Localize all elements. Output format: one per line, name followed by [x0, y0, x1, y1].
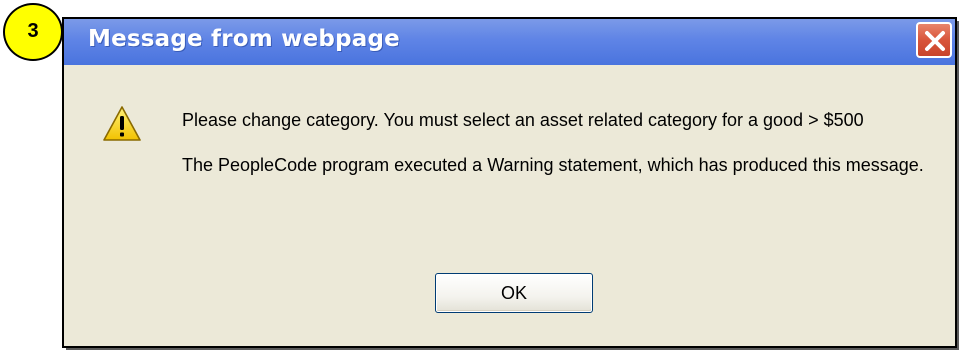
dialog-title: Message from webpage [88, 26, 400, 52]
warning-message: Please change category. You must select … [182, 110, 864, 130]
dialog-titlebar[interactable]: Message from webpage [64, 19, 955, 65]
ok-button[interactable]: OK [435, 273, 593, 313]
message-dialog: Message from webpage Please change categ… [64, 19, 955, 346]
warning-icon [103, 106, 141, 141]
close-icon [925, 31, 945, 51]
message-text: Please change category. You must select … [182, 109, 952, 199]
step-number-badge: 3 [3, 3, 63, 61]
peoplecode-message: The PeopleCode program executed a Warnin… [182, 155, 924, 175]
close-button[interactable] [916, 22, 952, 58]
dialog-body: Please change category. You must select … [64, 65, 955, 346]
